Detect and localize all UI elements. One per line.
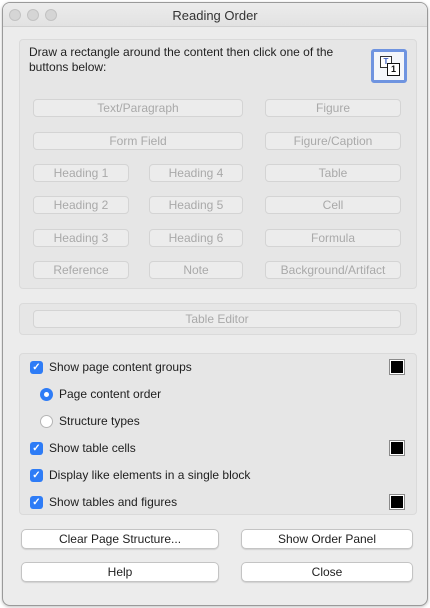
radio-unselected-icon[interactable] bbox=[40, 414, 53, 428]
formula-button[interactable]: Formula bbox=[265, 229, 401, 247]
note-button[interactable]: Note bbox=[149, 261, 243, 279]
figure-caption-button[interactable]: Figure/Caption bbox=[265, 132, 401, 150]
heading-4-button[interactable]: Heading 4 bbox=[149, 164, 243, 182]
structure-types-label: Structure types bbox=[59, 414, 140, 428]
text-paragraph-button[interactable]: Text/Paragraph bbox=[33, 99, 243, 117]
checkbox-checked-icon[interactable]: ✓ bbox=[30, 441, 43, 455]
cell-button[interactable]: Cell bbox=[265, 196, 401, 214]
instructions-text: Draw a rectangle around the content then… bbox=[29, 45, 334, 74]
page-content-groups-color-swatch[interactable] bbox=[389, 359, 405, 375]
display-options-panel bbox=[19, 353, 417, 515]
show-page-content-groups-label: Show page content groups bbox=[49, 360, 192, 374]
checkbox-checked-icon[interactable]: ✓ bbox=[30, 360, 43, 374]
tables-figures-color-swatch[interactable] bbox=[389, 494, 405, 510]
reading-order-icon[interactable]: T 1 bbox=[371, 49, 407, 83]
heading-2-button[interactable]: Heading 2 bbox=[33, 196, 129, 214]
title-bar[interactable]: Reading Order bbox=[3, 3, 427, 27]
show-page-content-groups-option[interactable]: ✓ Show page content groups bbox=[30, 358, 192, 376]
show-tables-figures-label: Show tables and figures bbox=[49, 495, 178, 509]
close-button[interactable]: Close bbox=[241, 562, 413, 582]
show-table-cells-label: Show table cells bbox=[49, 441, 136, 455]
window-title: Reading Order bbox=[172, 8, 258, 23]
show-order-panel-button[interactable]: Show Order Panel bbox=[241, 529, 413, 549]
heading-3-button[interactable]: Heading 3 bbox=[33, 229, 129, 247]
show-table-cells-option[interactable]: ✓ Show table cells bbox=[30, 439, 136, 457]
table-cells-color-swatch[interactable] bbox=[389, 440, 405, 456]
checkbox-checked-icon[interactable]: ✓ bbox=[30, 495, 43, 509]
heading-1-button[interactable]: Heading 1 bbox=[33, 164, 129, 182]
clear-page-structure-button[interactable]: Clear Page Structure... bbox=[21, 529, 219, 549]
page-content-order-label: Page content order bbox=[59, 387, 162, 401]
figure-button[interactable]: Figure bbox=[265, 99, 401, 117]
radio-selected-icon[interactable] bbox=[40, 387, 53, 401]
checkbox-checked-icon[interactable]: ✓ bbox=[30, 468, 43, 482]
table-button[interactable]: Table bbox=[265, 164, 401, 182]
reading-order-window: Reading Order Draw a rectangle around th… bbox=[2, 2, 428, 606]
display-like-elements-label: Display like elements in a single block bbox=[49, 468, 251, 482]
display-like-elements-option[interactable]: ✓ Display like elements in a single bloc… bbox=[30, 466, 250, 484]
structure-types-option[interactable]: Structure types bbox=[40, 412, 140, 430]
reference-button[interactable]: Reference bbox=[33, 261, 129, 279]
heading-5-button[interactable]: Heading 5 bbox=[149, 196, 243, 214]
heading-6-button[interactable]: Heading 6 bbox=[149, 229, 243, 247]
page-content-order-option[interactable]: Page content order bbox=[40, 385, 161, 403]
help-button[interactable]: Help bbox=[21, 562, 219, 582]
show-tables-figures-option[interactable]: ✓ Show tables and figures bbox=[30, 493, 177, 511]
table-editor-button[interactable]: Table Editor bbox=[33, 310, 401, 328]
background-artifact-button[interactable]: Background/Artifact bbox=[265, 261, 401, 279]
form-field-button[interactable]: Form Field bbox=[33, 132, 243, 150]
